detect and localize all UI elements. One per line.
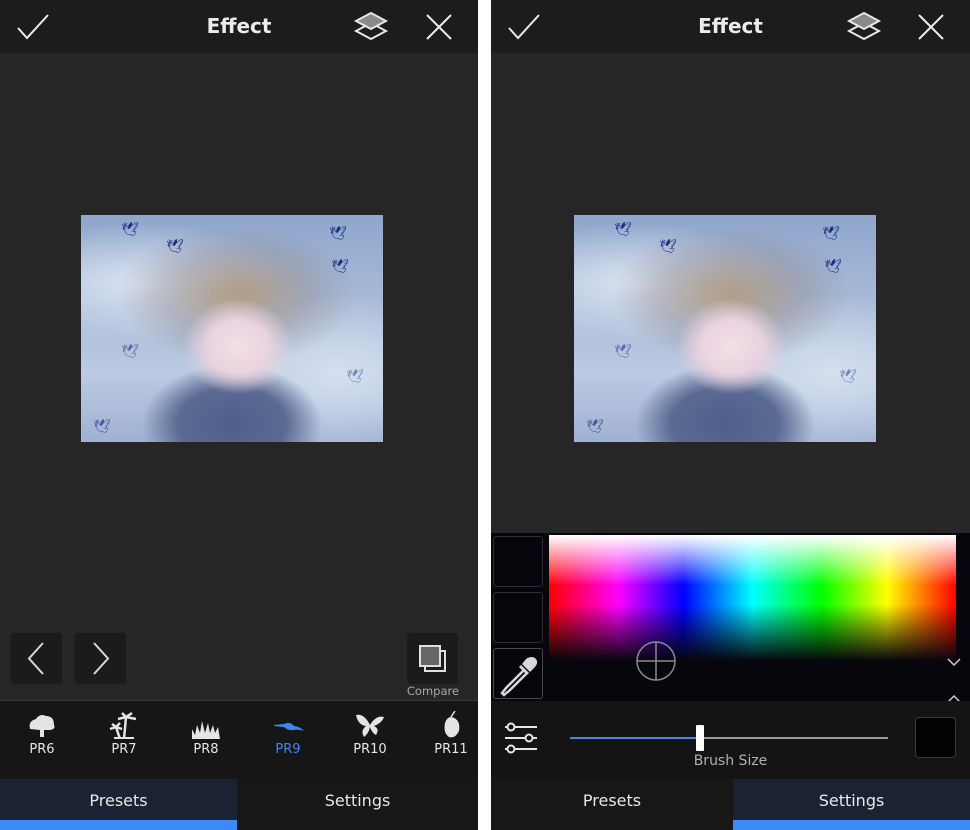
preset-label: PR11 <box>434 742 468 757</box>
slider-thumb[interactable] <box>696 725 705 751</box>
color-crosshair[interactable] <box>636 641 676 681</box>
tree-icon <box>29 715 55 737</box>
slider-fill <box>570 737 701 739</box>
color-spectrum[interactable] <box>549 535 956 661</box>
bird-silhouette: 🕊 <box>166 239 184 255</box>
preset-pr7[interactable]: PR7 <box>94 711 154 771</box>
bottom-tabs: Presets Settings <box>0 779 478 830</box>
bird-silhouette: 🕊 <box>331 259 349 275</box>
bird-silhouette: 🕊 <box>586 419 604 435</box>
preset-pr11[interactable]: PR11 <box>421 711 478 771</box>
brush-size-slider[interactable] <box>570 725 888 751</box>
top-bar: Effect <box>491 0 970 53</box>
brush-settings-bar: Brush Size <box>491 701 970 779</box>
bird-silhouette: 🕊 <box>659 239 677 255</box>
previous-button[interactable] <box>11 633 62 684</box>
tab-settings[interactable]: Settings <box>733 779 970 830</box>
bird-silhouette: 🕊 <box>614 344 632 360</box>
bird-silhouette: 🕊 <box>346 369 364 385</box>
layers-icon[interactable] <box>352 8 390 46</box>
compare-icon <box>419 645 446 672</box>
page-title: Effect <box>206 14 272 38</box>
palm-trees-icon <box>109 711 137 739</box>
eyedropper-button[interactable] <box>493 648 543 699</box>
preset-pr8[interactable]: PR8 <box>176 711 236 771</box>
bird-silhouette: 🕊 <box>824 259 842 275</box>
chevron-down-icon[interactable] <box>946 656 962 668</box>
grass-icon <box>192 721 220 739</box>
color-picker <box>491 533 970 703</box>
preset-label: PR8 <box>193 742 219 757</box>
chevron-right-icon <box>93 642 110 675</box>
top-bar: Effect <box>0 0 478 53</box>
layers-icon[interactable] <box>845 8 883 46</box>
tab-label: Presets <box>582 791 642 810</box>
bird-silhouette: 🕊 <box>614 222 632 238</box>
eyedropper-icon <box>500 657 538 697</box>
tab-presets[interactable]: Presets <box>0 779 237 830</box>
tab-label: Settings <box>818 791 885 810</box>
preset-label: PR7 <box>111 742 137 757</box>
sliders-icon[interactable] <box>503 721 539 757</box>
preset-label: PR6 <box>29 742 55 757</box>
close-icon[interactable] <box>420 8 458 46</box>
bird-silhouette: 🕊 <box>121 344 139 360</box>
preset-pr10[interactable]: PR10 <box>340 711 400 771</box>
tab-label: Presets <box>89 791 148 810</box>
preset-pr9[interactable]: PR9 <box>258 711 318 771</box>
tab-settings[interactable]: Settings <box>237 779 478 830</box>
chevron-left-icon <box>27 642 44 675</box>
preset-pr6[interactable]: PR6 <box>12 711 72 771</box>
color-swatch[interactable] <box>493 536 543 587</box>
presets-screen: Effect 🕊 🕊 🕊 🕊 🕊 🕊 🕊 Compare PR6 PR7 PR8… <box>0 0 478 830</box>
compare-button[interactable] <box>407 633 458 684</box>
brush-size-label: Brush Size <box>693 753 768 769</box>
active-tab-indicator <box>733 820 970 830</box>
leaf-icon <box>444 711 460 738</box>
butterfly-icon <box>356 714 384 737</box>
bird-silhouette: 🕊 <box>93 419 111 435</box>
preset-label: PR10 <box>353 742 387 757</box>
active-tab-indicator <box>0 820 237 830</box>
edited-photo: 🕊 🕊 🕊 🕊 🕊 🕊 🕊 <box>574 215 876 442</box>
close-icon[interactable] <box>912 8 950 46</box>
page-title: Effect <box>698 14 763 38</box>
presets-strip[interactable]: PR6 PR7 PR8 PR9 PR10 PR11 <box>0 701 478 779</box>
bird-silhouette: 🕊 <box>822 226 840 242</box>
settings-screen: Effect 🕊 🕊 🕊 🕊 🕊 🕊 🕊 Brush Size Presets … <box>491 0 970 830</box>
tab-label: Settings <box>324 791 391 810</box>
bird-silhouette: 🕊 <box>839 369 857 385</box>
selected-color-preview[interactable] <box>915 717 956 758</box>
compare-label: Compare <box>406 684 460 698</box>
bird-icon <box>274 722 304 731</box>
color-swatch[interactable] <box>493 592 543 643</box>
edited-photo: 🕊 🕊 🕊 🕊 🕊 🕊 🕊 <box>81 215 383 442</box>
tab-presets[interactable]: Presets <box>491 779 733 830</box>
next-button[interactable] <box>75 633 126 684</box>
bottom-tabs: Presets Settings <box>491 779 970 830</box>
bird-silhouette: 🕊 <box>329 226 347 242</box>
preset-label: PR9 <box>275 742 301 757</box>
bird-silhouette: 🕊 <box>121 222 139 238</box>
